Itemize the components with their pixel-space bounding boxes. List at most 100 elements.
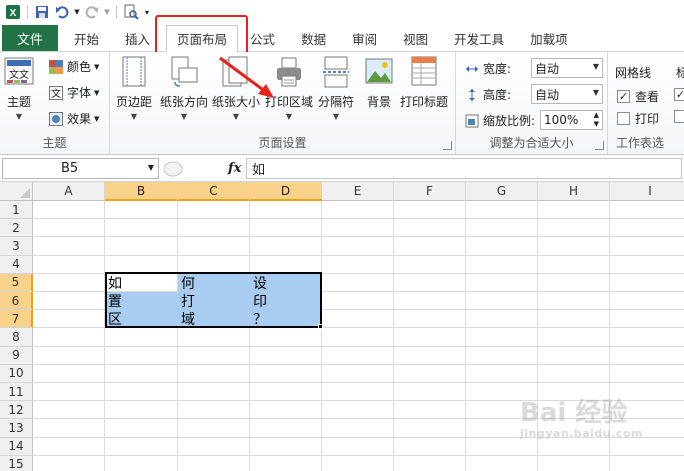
background-button[interactable]: 背景 [364, 56, 394, 110]
picture-icon [364, 56, 394, 88]
formula-bar-splitter-icon[interactable] [162, 161, 184, 177]
page-break-icon [321, 56, 351, 88]
formula-controls: fx [162, 158, 246, 179]
annotation-arrow-icon [219, 56, 274, 98]
row-header-3[interactable]: 3 [0, 237, 33, 256]
svg-text:X: X [10, 8, 17, 19]
row-gridline [33, 254, 684, 256]
stepper-arrows-icon[interactable]: ▲ ▼ [594, 111, 599, 129]
insert-function-icon[interactable]: fx [228, 161, 241, 176]
theme-colors-button[interactable]: 颜色 ▼ [48, 58, 99, 75]
tab-file[interactable]: 文件 [2, 25, 58, 51]
chevron-down-icon: ▼ [180, 112, 188, 121]
row-header-6[interactable]: 6 [0, 292, 33, 311]
row-header-7[interactable]: 7 [0, 310, 33, 329]
theme-effects-button[interactable]: 效果 ▼ [48, 110, 99, 127]
column-header-g[interactable]: G [466, 182, 538, 201]
scale-stepper[interactable]: 100% ▲ ▼ [540, 110, 603, 130]
row-header-5[interactable]: 5 [0, 273, 33, 292]
cell-d7[interactable]: ？ [250, 310, 322, 329]
ribbon: 文文 主题 ▼ 颜色▼ 文 字体▼ 效果▼ 主题 页边距 ▼ 纸张方向 ▼ [0, 52, 684, 155]
dialog-launcher-icon[interactable] [443, 141, 452, 150]
themes-button[interactable]: 文文 主题 ▼ [4, 56, 34, 121]
row-header-15[interactable]: 15 [0, 455, 33, 471]
redo-dropdown-icon[interactable]: ▼ [103, 3, 111, 21]
headings-view-checkbox[interactable]: ✓ [674, 88, 684, 101]
cell-c6[interactable]: 打 [178, 292, 250, 311]
chevron-down-icon: ▼ [285, 112, 293, 121]
row-header-10[interactable]: 10 [0, 364, 33, 383]
column-header-h[interactable]: H [538, 182, 610, 201]
column-header-f[interactable]: F [394, 182, 466, 201]
select-all-corner[interactable] [0, 182, 33, 201]
cell-c7[interactable]: 域 [178, 310, 250, 329]
effects-icon [48, 111, 64, 127]
cell-b6[interactable]: 置 [105, 292, 178, 311]
name-box[interactable]: B5 ▼ [2, 158, 159, 179]
dialog-launcher-icon[interactable] [595, 141, 604, 150]
tab-addins[interactable]: 加载项 [520, 25, 578, 51]
breaks-button[interactable]: 分隔符 ▼ [318, 56, 354, 121]
column-header-e[interactable]: E [322, 182, 394, 201]
width-select[interactable]: 自动 ▼ [531, 58, 603, 78]
tab-review[interactable]: 审阅 [342, 25, 387, 51]
row-header-13[interactable]: 13 [0, 419, 33, 438]
redo-icon[interactable] [83, 3, 101, 21]
cell-b7[interactable]: 区 [105, 310, 178, 329]
theme-fonts-label: 字体 [67, 86, 92, 100]
cell-b5[interactable]: 如 [105, 274, 178, 292]
quick-access-toolbar: X ▼ ▼ ▾ [0, 0, 684, 24]
column-header-d[interactable]: D [250, 182, 322, 201]
row-gridline [33, 400, 684, 402]
gridlines-view-checkbox[interactable]: ✓ 查看 [617, 88, 659, 105]
gridlines-print-checkbox[interactable]: 打印 [617, 110, 659, 127]
column-header-a[interactable]: A [33, 182, 105, 201]
column-header-i[interactable]: I [610, 182, 684, 201]
row-header-4[interactable]: 4 [0, 255, 33, 274]
fill-handle[interactable] [318, 324, 323, 329]
width-label-row: 宽度: [464, 60, 511, 77]
undo-icon[interactable] [53, 3, 71, 21]
tab-view[interactable]: 视图 [393, 25, 438, 51]
tab-insert[interactable]: 插入 [115, 25, 160, 51]
excel-app-icon[interactable]: X [4, 3, 22, 21]
cell-d5[interactable]: 设 [250, 273, 322, 292]
undo-dropdown-icon[interactable]: ▼ [73, 3, 81, 21]
group-label-page-setup: 页面设置 [258, 136, 307, 150]
save-icon[interactable] [33, 3, 51, 21]
print-preview-icon[interactable] [122, 3, 140, 21]
row-header-1[interactable]: 1 [0, 201, 33, 220]
checkbox-checked-icon: ✓ [617, 90, 630, 103]
theme-colors-label: 颜色 [67, 60, 92, 74]
headings-print-checkbox[interactable] [674, 110, 684, 123]
theme-fonts-button[interactable]: 文 字体 ▼ [48, 84, 99, 101]
checkbox-unchecked-icon [617, 112, 630, 125]
row-header-9[interactable]: 9 [0, 346, 33, 365]
worksheet-grid[interactable]: ABCDEFGHI 12345678910111213141516 如何设置打印… [0, 182, 684, 471]
print-titles-button[interactable]: 打印标题 [400, 56, 448, 110]
row-header-11[interactable]: 11 [0, 383, 33, 402]
row-header-8[interactable]: 8 [0, 328, 33, 347]
row-header-14[interactable]: 14 [0, 437, 33, 456]
cell-c5[interactable]: 何 [178, 273, 250, 292]
customize-qat-icon[interactable]: ▾ [142, 3, 152, 21]
svg-text:文文: 文文 [9, 68, 29, 81]
height-label-row: 高度: [464, 86, 511, 103]
tab-data[interactable]: 数据 [291, 25, 336, 51]
tab-home[interactable]: 开始 [64, 25, 109, 51]
row-header-12[interactable]: 12 [0, 401, 33, 420]
group-label-scale: 调整为合适大小 [489, 136, 574, 150]
column-header-b[interactable]: B [105, 182, 178, 201]
column-header-c[interactable]: C [178, 182, 250, 201]
scale-icon [464, 113, 480, 129]
tab-developer[interactable]: 开发工具 [444, 25, 514, 51]
formula-input[interactable]: 如 [246, 158, 682, 179]
row-header-2[interactable]: 2 [0, 219, 33, 238]
chevron-down-icon: ▼ [592, 88, 599, 97]
margins-button[interactable]: 页边距 ▼ [116, 56, 152, 121]
cell-d6[interactable]: 印 [250, 292, 322, 311]
chevron-down-icon: ▼ [15, 112, 23, 121]
column-gridline [249, 201, 250, 471]
height-select[interactable]: 自动 ▼ [531, 84, 603, 104]
name-box-value: B5 [61, 161, 79, 176]
